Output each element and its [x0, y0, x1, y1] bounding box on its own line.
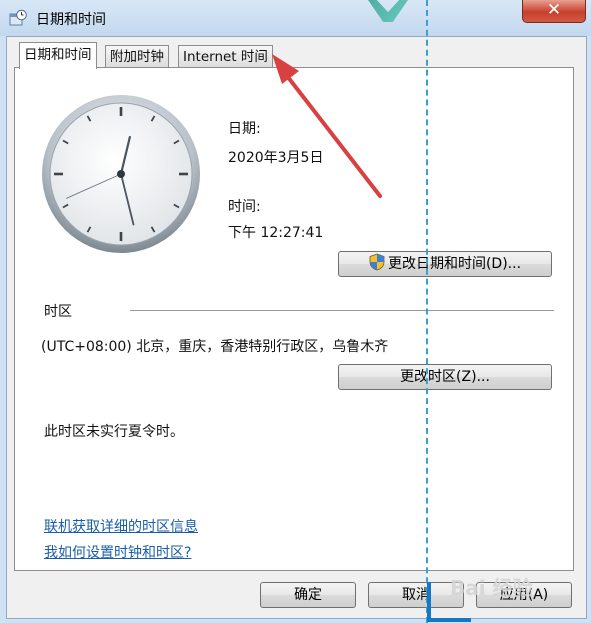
how-to-set-clock-link[interactable]: 我如何设置时钟和时区?	[44, 542, 191, 562]
tab-date-time[interactable]: 日期和时间	[19, 42, 97, 69]
tab-panel: 日期: 2020年3月5日 时间: 下午 12:27:41 更改日期和时间(D)…	[14, 67, 574, 571]
ok-button[interactable]: 确定	[260, 582, 356, 608]
change-timezone-button[interactable]: 更改时区(Z)...	[338, 364, 552, 390]
date-label: 日期:	[228, 121, 261, 137]
analog-clock	[42, 95, 200, 253]
corner-bracket-marker	[427, 582, 471, 622]
title-bar: 日期和时间 ✕	[0, 0, 591, 36]
dashed-guide-line	[426, 0, 428, 623]
timezone-value: (UTC+08:00) 北京，重庆，香港特别行政区，乌鲁木齐	[41, 339, 389, 355]
datetime-app-icon	[9, 9, 27, 26]
close-button[interactable]: ✕	[522, 0, 586, 23]
change-date-time-label: 更改日期和时间(D)...	[387, 256, 522, 272]
watermark-logo-icon	[368, 0, 408, 22]
section-divider	[130, 310, 554, 311]
online-timezone-info-link[interactable]: 联机获取详细的时区信息	[44, 516, 198, 536]
date-value: 2020年3月5日	[228, 150, 324, 166]
tab-additional-clocks[interactable]: 附加时钟	[105, 45, 169, 67]
window-title: 日期和时间	[36, 12, 106, 28]
uac-shield-icon	[369, 253, 385, 271]
time-label: 时间:	[228, 199, 261, 215]
change-date-time-button[interactable]: 更改日期和时间(D)...	[338, 251, 552, 277]
timezone-section-label: 时区	[44, 304, 72, 320]
dialog-body: 日期和时间 附加时钟 Internet 时间 日期: 2020年3月5日 时间:…	[6, 36, 587, 619]
tab-internet-time[interactable]: Internet 时间	[178, 45, 273, 67]
time-value: 下午 12:27:41	[228, 225, 324, 241]
dst-note: 此时区未实行夏令时。	[44, 424, 184, 440]
